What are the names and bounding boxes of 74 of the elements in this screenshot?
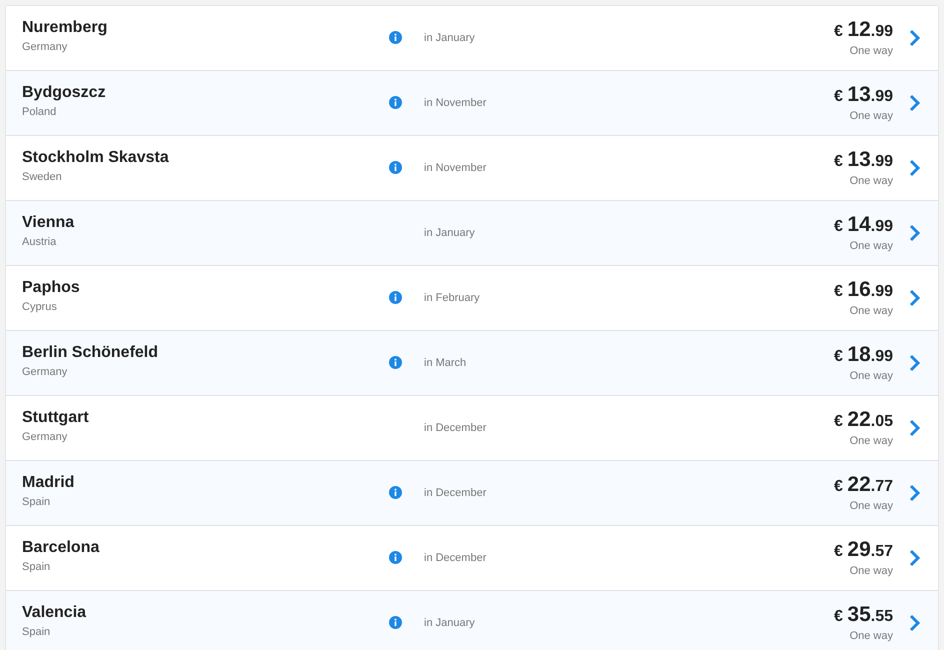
city-name: Stockholm Skavsta (22, 149, 170, 167)
destination-row[interactable]: Valencia Spain in January € 35.55 One way (6, 591, 938, 650)
trip-type: One way (850, 110, 893, 122)
trip-type: One way (850, 370, 893, 382)
price: € 35.55 (834, 602, 893, 626)
city-name: Paphos (22, 279, 81, 297)
trip-type: One way (850, 434, 893, 446)
trip-type: One way (850, 174, 893, 186)
country-name: Germany (22, 366, 68, 378)
price: € 13.99 (834, 148, 893, 172)
chevron-right-icon[interactable] (909, 159, 921, 177)
info-icon[interactable] (389, 161, 402, 174)
destination-row[interactable]: Bydgoszcz Poland in November € 13.99 One way (6, 71, 938, 136)
city-name: Nuremberg (22, 19, 108, 37)
info-icon[interactable] (389, 486, 402, 499)
travel-month: in February (424, 292, 480, 304)
chevron-right-icon[interactable] (909, 354, 921, 372)
info-icon[interactable] (389, 616, 402, 629)
chevron-right-icon[interactable] (909, 614, 921, 632)
country-name: Germany (22, 431, 68, 443)
trip-type: One way (850, 630, 893, 642)
chevron-right-icon[interactable] (909, 289, 921, 307)
info-icon[interactable] (389, 356, 402, 369)
chevron-right-icon[interactable] (909, 224, 921, 242)
destination-row[interactable]: Berlin Schönefeld Germany in March € 18.99 One way (6, 331, 938, 396)
price: € 29.57 (834, 538, 893, 562)
price: € 22.77 (834, 472, 893, 496)
trip-type: One way (850, 44, 893, 56)
price: € 12.99 (834, 18, 893, 42)
price: € 16.99 (834, 278, 893, 302)
country-name: Spain (22, 496, 52, 508)
city-name: Madrid (22, 474, 76, 492)
destination-row[interactable]: Nuremberg Germany in January € 12.99 One way (6, 6, 938, 71)
info-icon[interactable] (389, 551, 402, 564)
trip-type: One way (850, 240, 893, 252)
price: € 14.99 (834, 212, 893, 236)
price: € 18.99 (834, 342, 893, 366)
travel-month: in December (424, 487, 486, 499)
country-name: Sweden (22, 171, 63, 183)
travel-month: in January (424, 227, 475, 239)
travel-month: in November (424, 97, 486, 109)
city-name: Stuttgart (22, 409, 90, 427)
country-name: Cyprus (22, 301, 58, 313)
chevron-right-icon[interactable] (909, 549, 921, 567)
chevron-right-icon[interactable] (909, 484, 921, 502)
trip-type: One way (850, 500, 893, 512)
country-name: Germany (22, 41, 68, 53)
price: € 22.05 (834, 408, 893, 432)
price: € 13.99 (834, 82, 893, 106)
destination-row[interactable]: Madrid Spain in December € 22.77 One way (6, 461, 938, 526)
info-icon[interactable] (389, 31, 402, 44)
travel-month: in January (424, 32, 475, 44)
info-icon[interactable] (389, 96, 402, 109)
city-name: Berlin Schönefeld (22, 344, 160, 362)
chevron-right-icon[interactable] (909, 29, 921, 47)
country-name: Poland (22, 106, 58, 118)
travel-month: in March (424, 357, 466, 369)
travel-month: in December (424, 422, 486, 434)
city-name: Barcelona (22, 539, 100, 557)
country-name: Spain (22, 626, 52, 638)
trip-type: One way (850, 304, 893, 316)
info-icon[interactable] (389, 291, 402, 304)
city-name: Vienna (22, 214, 76, 232)
country-name: Spain (22, 561, 52, 573)
country-name: Austria (22, 236, 58, 248)
city-name: Bydgoszcz (22, 84, 107, 102)
destination-row[interactable]: Vienna Austria in January € 14.99 One way (6, 201, 938, 266)
trip-type: One way (850, 564, 893, 576)
travel-month: in December (424, 552, 486, 564)
travel-month: in January (424, 617, 475, 629)
travel-month: in November (424, 162, 486, 174)
city-name: Valencia (22, 604, 88, 622)
chevron-right-icon[interactable] (909, 419, 921, 437)
chevron-right-icon[interactable] (909, 94, 921, 112)
